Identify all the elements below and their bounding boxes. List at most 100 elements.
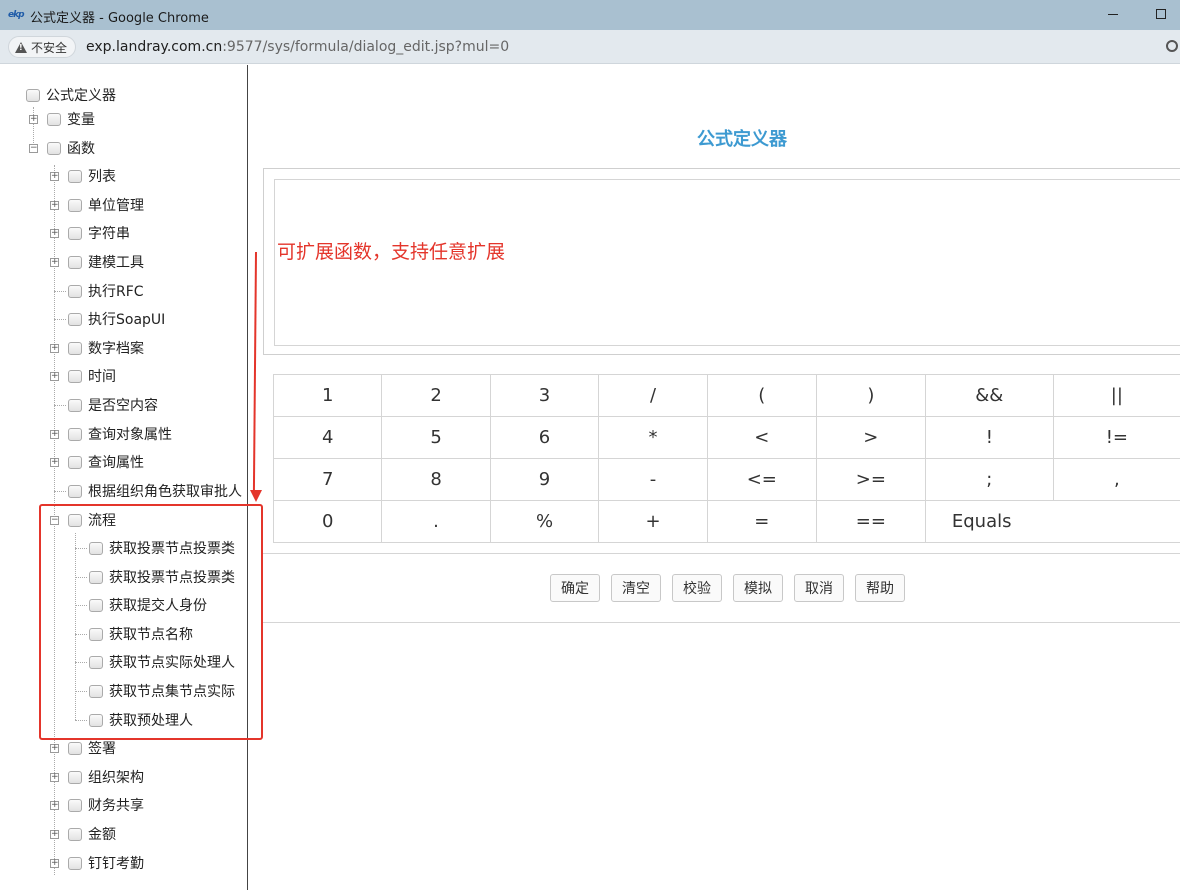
key-divide[interactable]: / (598, 374, 708, 417)
formula-editor-panel: 公式定义器 1 2 3 / ( ) && || 4 5 6 * < > ! !=… (249, 65, 1180, 890)
tree-node-dingding[interactable]: 钉钉考勤 (68, 852, 144, 874)
tree-node-query-attr[interactable]: 查询属性 (68, 451, 144, 473)
minimize-button[interactable] (1108, 14, 1118, 15)
expand-icon[interactable]: + (50, 458, 59, 467)
zoom-icon[interactable] (1166, 40, 1178, 52)
tree-node-functions[interactable]: 函数 (47, 137, 95, 159)
key-percent[interactable]: % (489, 500, 600, 543)
validate-button[interactable]: 校验 (672, 574, 722, 602)
expand-icon[interactable]: + (50, 372, 59, 381)
key-equal[interactable]: == (815, 500, 926, 543)
tree-label: 数字档案 (88, 341, 144, 357)
expand-icon[interactable]: + (50, 344, 59, 353)
tree-node-string[interactable]: 字符串 (68, 222, 130, 244)
key-not-equal[interactable]: != (1052, 416, 1180, 459)
key-greater-equal[interactable]: >= (815, 458, 926, 501)
expand-icon[interactable]: + (50, 744, 59, 753)
key-multiply[interactable]: * (598, 416, 708, 459)
key-and[interactable]: && (924, 374, 1054, 417)
tree-label: 单位管理 (88, 198, 144, 214)
tree-node-time[interactable]: 时间 (68, 365, 116, 387)
tree-node-finance[interactable]: 财务共享 (68, 794, 144, 816)
tree-node-amount[interactable]: 金额 (68, 823, 116, 845)
key-2[interactable]: 2 (381, 374, 491, 417)
key-4[interactable]: 4 (272, 416, 383, 459)
folder-icon (68, 827, 82, 841)
file-icon (68, 484, 82, 498)
expand-icon[interactable]: + (50, 201, 59, 210)
key-6[interactable]: 6 (489, 416, 600, 459)
window-title: 公式定义器 - Google Chrome (30, 11, 209, 26)
cancel-button[interactable]: 取消 (794, 574, 844, 602)
clear-button[interactable]: 清空 (611, 574, 661, 602)
key-0[interactable]: 0 (272, 500, 383, 543)
key-5[interactable]: 5 (381, 416, 491, 459)
tree-node-variables[interactable]: 变量 (47, 108, 95, 130)
tree-node-modeling[interactable]: 建模工具 (68, 251, 144, 273)
expand-icon[interactable]: + (50, 229, 59, 238)
confirm-button[interactable]: 确定 (550, 574, 600, 602)
key-9[interactable]: 9 (489, 458, 600, 501)
expand-icon[interactable]: + (50, 830, 59, 839)
tree-label: 签署 (88, 741, 116, 757)
folder-icon (68, 255, 82, 269)
key-comma[interactable]: , (1052, 458, 1180, 501)
tree-root[interactable]: 公式定义器 (26, 84, 116, 106)
expand-icon[interactable]: + (50, 258, 59, 267)
expand-icon[interactable]: + (50, 172, 59, 181)
collapse-icon[interactable]: − (29, 144, 38, 153)
security-label: 不安全 (31, 40, 68, 55)
expand-icon[interactable]: + (50, 773, 59, 782)
key-3[interactable]: 3 (489, 374, 600, 417)
tree-node-is-empty[interactable]: 是否空内容 (68, 394, 158, 416)
expand-icon[interactable]: + (50, 430, 59, 439)
app-icon: ekp (8, 10, 25, 20)
key-right-paren[interactable]: ) (815, 374, 926, 417)
help-button[interactable]: 帮助 (855, 574, 905, 602)
expand-icon[interactable]: + (50, 801, 59, 810)
key-equals[interactable]: Equals (924, 500, 1180, 543)
key-7[interactable]: 7 (272, 458, 383, 501)
tree-label: 金额 (88, 827, 116, 843)
key-dot[interactable]: . (381, 500, 491, 543)
tree-label: 公式定义器 (46, 88, 116, 104)
tree-node-list[interactable]: 列表 (68, 165, 116, 187)
key-minus[interactable]: - (598, 458, 708, 501)
tree-node-soapui[interactable]: 执行SoapUI (68, 308, 165, 330)
folder-icon (68, 427, 82, 441)
simulate-button[interactable]: 模拟 (733, 574, 783, 602)
file-icon (68, 284, 82, 298)
url-text[interactable]: exp.landray.com.cn:9577/sys/formula/dial… (86, 39, 509, 55)
tree-node-org[interactable]: 组织架构 (68, 766, 144, 788)
key-less-than[interactable]: < (706, 416, 817, 459)
expand-icon[interactable]: + (29, 115, 38, 124)
tree-node-rfc[interactable]: 执行RFC (68, 280, 144, 302)
tree-node-unit-mgmt[interactable]: 单位管理 (68, 194, 144, 216)
key-or[interactable]: || (1052, 374, 1180, 417)
annotation-text: 可扩展函数，支持任意扩展 (277, 241, 506, 263)
folder-icon (68, 798, 82, 812)
folder-icon (68, 369, 82, 383)
security-chip[interactable]: 不安全 (8, 36, 77, 58)
tree-label: 时间 (88, 369, 116, 385)
page-title: 公式定义器 (697, 129, 787, 150)
key-semicolon[interactable]: ; (924, 458, 1054, 501)
expand-icon[interactable]: + (50, 859, 59, 868)
key-assign[interactable]: = (706, 500, 817, 543)
tree-node-sign[interactable]: 签署 (68, 737, 116, 759)
tree-node-query-obj-attr[interactable]: 查询对象属性 (68, 423, 172, 445)
tree-node-get-approver[interactable]: 根据组织角色获取审批人 (68, 480, 242, 502)
tree-node-archive[interactable]: 数字档案 (68, 337, 144, 359)
key-left-paren[interactable]: ( (706, 374, 817, 417)
key-less-equal[interactable]: <= (706, 458, 817, 501)
folder-icon (47, 141, 61, 155)
key-not[interactable]: ! (924, 416, 1054, 459)
key-1[interactable]: 1 (272, 374, 383, 417)
key-plus[interactable]: + (598, 500, 708, 543)
address-bar: 不安全 exp.landray.com.cn:9577/sys/formula/… (0, 30, 1180, 64)
folder-icon (68, 770, 82, 784)
maximize-button[interactable] (1156, 9, 1166, 19)
tree-label: 查询属性 (88, 455, 144, 471)
key-8[interactable]: 8 (381, 458, 491, 501)
key-greater-than[interactable]: > (815, 416, 926, 459)
